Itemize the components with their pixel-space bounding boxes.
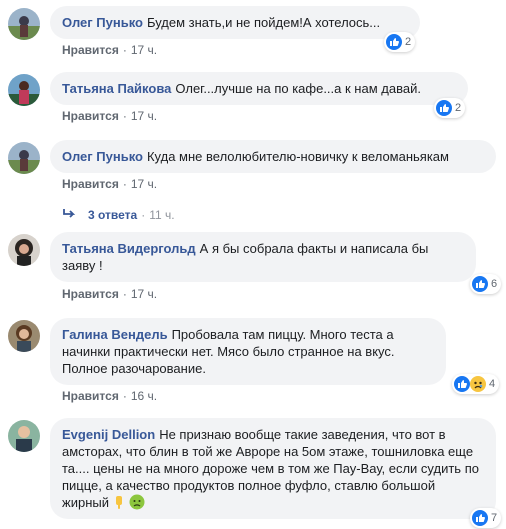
reaction-count[interactable]: 2: [384, 32, 416, 52]
comment-actions: Нравится · 17 ч.: [62, 108, 157, 124]
comment-author[interactable]: Evgenij Dellion: [62, 427, 155, 442]
like-button[interactable]: Нравится: [62, 43, 119, 57]
comment-actions: Нравится · 16 ч.: [62, 388, 157, 404]
comment-bubble: Татьяна Видергольд А я бы собрала факты и…: [50, 232, 476, 282]
pointing-down-emoji-icon: [111, 494, 127, 510]
comment-actions: Нравится · 17 ч.: [62, 286, 157, 302]
nauseated-face-emoji-icon: [129, 494, 145, 510]
comment-time[interactable]: 16 ч.: [131, 389, 157, 403]
reply-arrow-icon: [62, 207, 80, 222]
like-button[interactable]: Нравится: [62, 389, 119, 403]
comment-bubble: Evgenij Dellion Не признаю вообще такие з…: [50, 418, 496, 519]
comment-author[interactable]: Галина Вендель: [62, 327, 168, 342]
comment-text: Куда мне велолюбителю-новичку к веломань…: [146, 149, 449, 164]
like-reaction-icon: [436, 100, 452, 116]
avatar[interactable]: [8, 142, 40, 174]
avatar[interactable]: [8, 8, 40, 40]
reaction-count-value: 2: [455, 102, 462, 114]
comment-author[interactable]: Татьяна Видергольд: [62, 241, 196, 256]
separator: ·: [122, 177, 127, 191]
comment-actions: Нравится · 17 ч.: [62, 176, 157, 192]
comment-time[interactable]: 17 ч.: [131, 287, 157, 301]
comment-bubble: Галина Вендель Пробовала там пиццу. Много…: [50, 318, 446, 385]
comment-author[interactable]: Олег Пунько: [62, 15, 143, 30]
like-button[interactable]: Нравится: [62, 109, 119, 123]
reaction-count[interactable]: 7: [470, 508, 502, 528]
reaction-count-value: 4: [489, 378, 496, 390]
comment-bubble: Татьяна Пайкова Олег...лучше на по кафе..…: [50, 72, 468, 105]
separator: ·: [122, 287, 127, 301]
reaction-count[interactable]: 4: [452, 374, 500, 394]
like-reaction-icon: [472, 276, 488, 292]
comment-text: Будем знать,и не пойдем!А хотелось...: [146, 15, 381, 30]
comment-time[interactable]: 17 ч.: [131, 109, 157, 123]
avatar[interactable]: [8, 420, 40, 452]
avatar[interactable]: [8, 234, 40, 266]
replies-time: 11 ч.: [149, 207, 175, 222]
replies-label[interactable]: 3 ответа: [88, 208, 137, 222]
avatar[interactable]: [8, 320, 40, 352]
sad-reaction-icon: [470, 376, 486, 392]
reaction-count[interactable]: 2: [434, 98, 466, 118]
reaction-count-value: 6: [491, 278, 498, 290]
like-reaction-icon: [386, 34, 402, 50]
comment-author[interactable]: Татьяна Пайкова: [62, 81, 171, 96]
like-button[interactable]: Нравится: [62, 287, 119, 301]
comment-time[interactable]: 17 ч.: [131, 177, 157, 191]
like-button[interactable]: Нравится: [62, 177, 119, 191]
reaction-count-value: 7: [491, 512, 498, 524]
reaction-count[interactable]: 6: [470, 274, 502, 294]
separator: ·: [122, 389, 127, 403]
like-reaction-icon: [454, 376, 470, 392]
comment-text: Олег...лучше на по кафе...а к нам давай.: [175, 81, 421, 96]
comment-time[interactable]: 17 ч.: [131, 43, 157, 57]
avatar[interactable]: [8, 74, 40, 106]
separator: ·: [122, 43, 127, 57]
reaction-count-value: 2: [405, 36, 412, 48]
comment-bubble: Олег Пунько Будем знать,и не пойдем!А хот…: [50, 6, 420, 39]
comment-author[interactable]: Олег Пунько: [62, 149, 143, 164]
comment-bubble: Олег Пунько Куда мне велолюбителю-новичку…: [50, 140, 496, 173]
separator: ·: [122, 109, 127, 123]
view-replies-link[interactable]: 3 ответа · 11 ч.: [62, 207, 175, 222]
separator: ·: [141, 207, 146, 222]
comment-actions: Нравится · 17 ч.: [62, 42, 157, 58]
